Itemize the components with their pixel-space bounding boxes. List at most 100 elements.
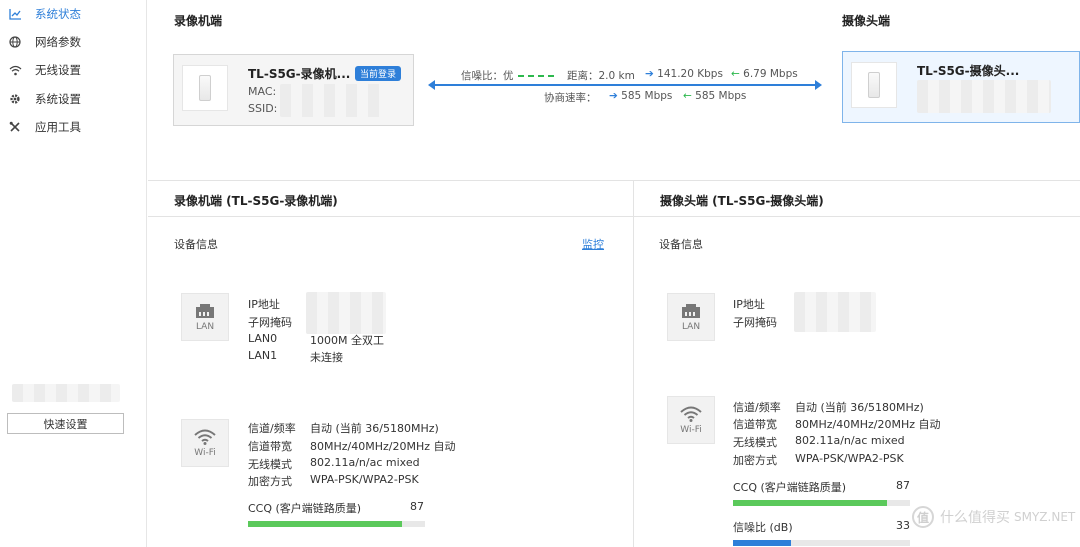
watermark-text: 什么值得买 — [940, 510, 1010, 526]
channel-value: 自动 (当前 36/5180MHz) — [795, 401, 924, 414]
tools-icon — [8, 120, 22, 134]
wifi-icon — [194, 429, 216, 445]
sidebar-item-label: 网络参数 — [35, 35, 81, 49]
watermark: 值 什么值得买 SMYZ.NET — [912, 506, 1075, 528]
recorder-section-title: 录像机端 — [174, 14, 223, 28]
bandwidth-value: 80MHz/40MHz/20MHz 自动 — [795, 418, 941, 431]
sidebar-item-system-settings[interactable]: 系统设置 — [0, 87, 146, 111]
subnet-label: 子网掩码 — [248, 316, 292, 329]
sidebar-item-label: 应用工具 — [35, 120, 81, 134]
subnet-label: 子网掩码 — [733, 316, 777, 329]
globe-icon — [8, 35, 22, 49]
device-info-title: 设备信息 — [174, 238, 218, 251]
lan1-value: 未连接 — [310, 351, 343, 364]
sidebar-item-label: 系统设置 — [35, 92, 81, 106]
snr-db-label: 信噪比 (dB) — [733, 521, 793, 534]
encryption-label: 加密方式 — [733, 454, 777, 467]
bandwidth-value: 80MHz/40MHz/20MHz 自动 — [310, 440, 456, 453]
blurred-camera-info — [917, 80, 1051, 113]
sidebar-item-system-status[interactable]: 系统状态 — [0, 2, 146, 26]
camera-section-title: 摄像头端 — [842, 14, 891, 28]
tx-rate-value: 141.20 Kbps — [657, 68, 723, 80]
rx-rate-value: 6.79 Mbps — [743, 68, 798, 80]
encryption-value: WPA-PSK/WPA2-PSK — [310, 473, 419, 486]
ethernet-icon — [682, 303, 700, 318]
wireless-mode-label: 无线模式 — [733, 436, 777, 449]
lan-tile: LAN — [667, 293, 715, 341]
wifi-icon — [8, 63, 22, 77]
distance-stat: 距离：2.0 km — [567, 68, 635, 83]
current-login-badge: 当前登录 — [355, 66, 402, 81]
negotiate-rx-value: 585 Mbps — [695, 90, 747, 102]
lan0-label: LAN0 — [248, 332, 278, 345]
ssid-label: SSID: — [248, 102, 278, 115]
wifi-tile-label: Wi-Fi — [680, 424, 702, 435]
wireless-mode-label: 无线模式 — [248, 458, 292, 471]
sidebar-item-network[interactable]: 网络参数 — [0, 30, 146, 54]
encryption-value: WPA-PSK/WPA2-PSK — [795, 452, 904, 465]
ccq-bar — [733, 500, 910, 506]
ethernet-icon — [196, 303, 214, 318]
ccq-value: 87 — [896, 479, 910, 492]
snr-bar-fill — [733, 540, 792, 546]
snr-bar — [733, 540, 910, 546]
channel-label: 信道/频率 — [248, 422, 296, 435]
ccq-bar — [248, 521, 425, 527]
ip-label: IP地址 — [733, 298, 765, 311]
quick-setup-button[interactable]: 快速设置 — [7, 413, 124, 434]
negotiate-label: 协商速率： — [544, 92, 597, 104]
encryption-label: 加密方式 — [248, 475, 292, 488]
link-connection-line — [428, 80, 822, 90]
distance-label: 距离：2.0 km — [567, 70, 635, 82]
lan-tile-label: LAN — [681, 321, 701, 332]
gear-icon — [8, 92, 22, 106]
sidebar-item-label: 系统状态 — [35, 7, 81, 21]
wireless-mode-value: 802.11a/n/ac mixed — [795, 434, 905, 447]
wireless-mode-value: 802.11a/n/ac mixed — [310, 456, 420, 469]
sidebar-item-tools[interactable]: 应用工具 — [0, 115, 146, 139]
tx-rate-stat: ➔ 141.20 Kbps — [645, 68, 723, 80]
ip-label: IP地址 — [248, 298, 280, 311]
monitor-link[interactable]: 监控 — [582, 236, 604, 252]
divider — [148, 180, 1080, 181]
arrow-right-icon: ➔ — [609, 90, 618, 102]
lan-tile-label: LAN — [195, 321, 215, 332]
arrow-left-icon: ← — [731, 68, 740, 80]
recorder-device-name: TL-S5G-录像机... — [248, 67, 351, 81]
wifi-tile: Wi-Fi — [667, 396, 715, 444]
device-image — [851, 62, 897, 108]
bandwidth-label: 信道带宽 — [248, 440, 292, 453]
recorder-panel-title: 录像机端 (TL-S5G-录像机端) — [174, 194, 338, 208]
watermark-logo-icon: 值 — [912, 506, 934, 528]
sidebar-item-label: 无线设置 — [35, 63, 81, 77]
ccq-label: CCQ (客户端链路质量) — [248, 502, 362, 515]
ccq-bar-fill — [733, 500, 887, 506]
wifi-tile-label: Wi-Fi — [194, 447, 216, 458]
sidebar: 系统状态 网络参数 无线设置 系统设置 应用工具 快速设置 — [0, 0, 147, 547]
device-info-title: 设备信息 — [659, 238, 703, 251]
channel-label: 信道/频率 — [733, 401, 781, 414]
sidebar-item-wireless[interactable]: 无线设置 — [0, 58, 146, 82]
camera-device-card[interactable]: TL-S5G-摄像头... — [842, 51, 1080, 123]
ccq-value: 87 — [410, 500, 424, 513]
negotiate-rate-stat: 协商速率： — [544, 90, 597, 105]
recorder-device-card[interactable]: TL-S5G-录像机... 当前登录 MAC: SSID: — [173, 54, 414, 126]
arrow-left-icon: ← — [683, 90, 692, 102]
bandwidth-label: 信道带宽 — [733, 418, 777, 431]
snr-status: 信噪比：优 — [461, 68, 554, 83]
ccq-label: CCQ (客户端链路质量) — [733, 481, 847, 494]
divider — [633, 180, 634, 547]
negotiate-tx-value: 585 Mbps — [621, 90, 673, 102]
chart-icon — [8, 7, 22, 21]
lan1-label: LAN1 — [248, 349, 278, 362]
mac-label: MAC: — [248, 85, 277, 98]
blurred-mac-ssid — [280, 84, 384, 117]
wifi-icon — [680, 406, 702, 422]
arrow-right-icon: ➔ — [645, 68, 654, 80]
camera-panel-title: 摄像头端 (TL-S5G-摄像头端) — [660, 194, 824, 208]
divider — [148, 216, 1080, 217]
snr-db-value: 33 — [896, 519, 910, 532]
blurred-ip-subnet — [794, 292, 876, 332]
ccq-bar-fill — [248, 521, 402, 527]
lan-tile: LAN — [181, 293, 229, 341]
